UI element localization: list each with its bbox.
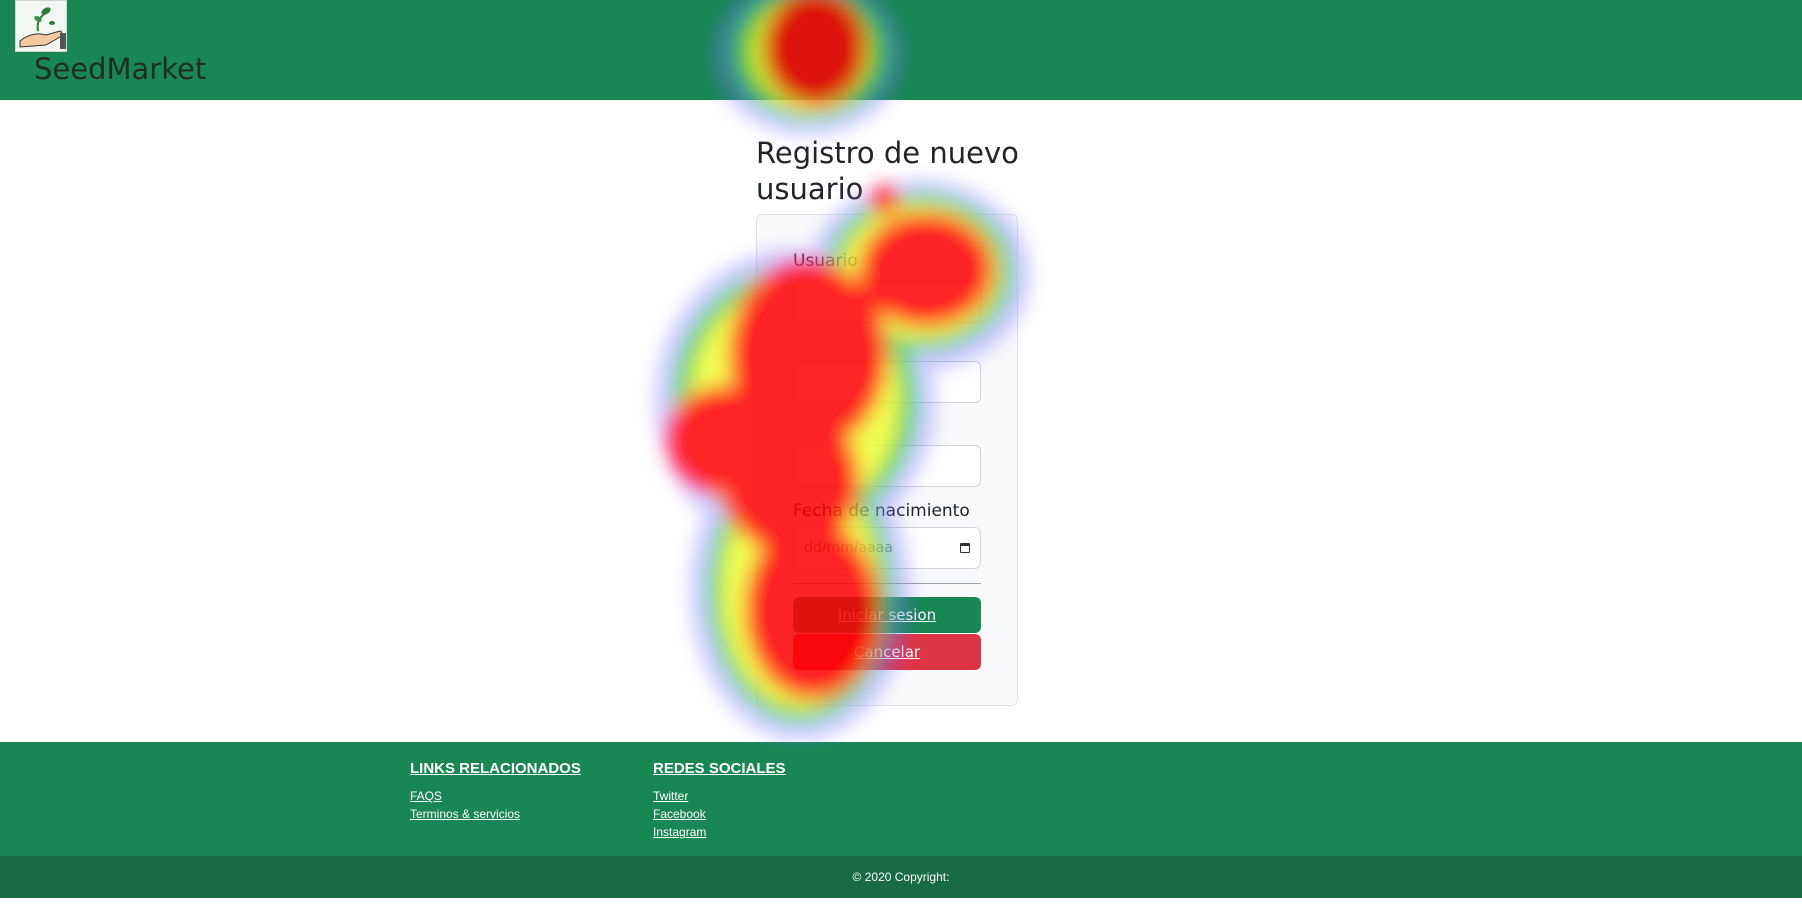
footer-links-column: LINKS RELACIONADOS FAQS Terminos & servi…: [410, 760, 581, 823]
username-label: Usuario: [793, 251, 858, 271]
password-field[interactable]: [793, 445, 981, 487]
divider: [793, 583, 981, 584]
login-button[interactable]: Iniciar sesion: [793, 597, 981, 633]
register-form: Usuario Fecha de nacimiento dd/mm/aaaa I…: [756, 214, 1018, 706]
twitter-link[interactable]: Twitter: [653, 787, 786, 805]
birthdate-input[interactable]: dd/mm/aaaa: [793, 527, 981, 569]
copyright: © 2020 Copyright:: [0, 856, 1802, 898]
footer: LINKS RELACIONADOS FAQS Terminos & servi…: [0, 742, 1802, 856]
footer-social-column: REDES SOCIALES Twitter Facebook Instagra…: [653, 760, 786, 841]
page-title: Registro de nuevo usuario: [756, 136, 1019, 206]
instagram-link[interactable]: Instagram: [653, 823, 786, 841]
navbar: SeedMarket: [0, 0, 1802, 100]
calendar-icon[interactable]: [960, 543, 970, 553]
faqs-link[interactable]: FAQS: [410, 787, 581, 805]
page: SeedMarket Registro de nuevo usuario Usu…: [0, 0, 1802, 908]
social-title: REDES SOCIALES: [653, 760, 786, 777]
facebook-link[interactable]: Facebook: [653, 805, 786, 823]
brand-name[interactable]: SeedMarket: [34, 52, 206, 86]
birthdate-label: Fecha de nacimiento: [793, 501, 970, 521]
date-placeholder: dd/mm/aaaa: [804, 540, 893, 556]
seedling-hand-icon[interactable]: [15, 0, 67, 52]
username-input[interactable]: [793, 281, 981, 323]
terms-link[interactable]: Terminos & servicios: [410, 805, 581, 823]
email-field[interactable]: [793, 361, 981, 403]
links-title: LINKS RELACIONADOS: [410, 760, 581, 777]
cancel-button[interactable]: Cancelar: [793, 634, 981, 670]
